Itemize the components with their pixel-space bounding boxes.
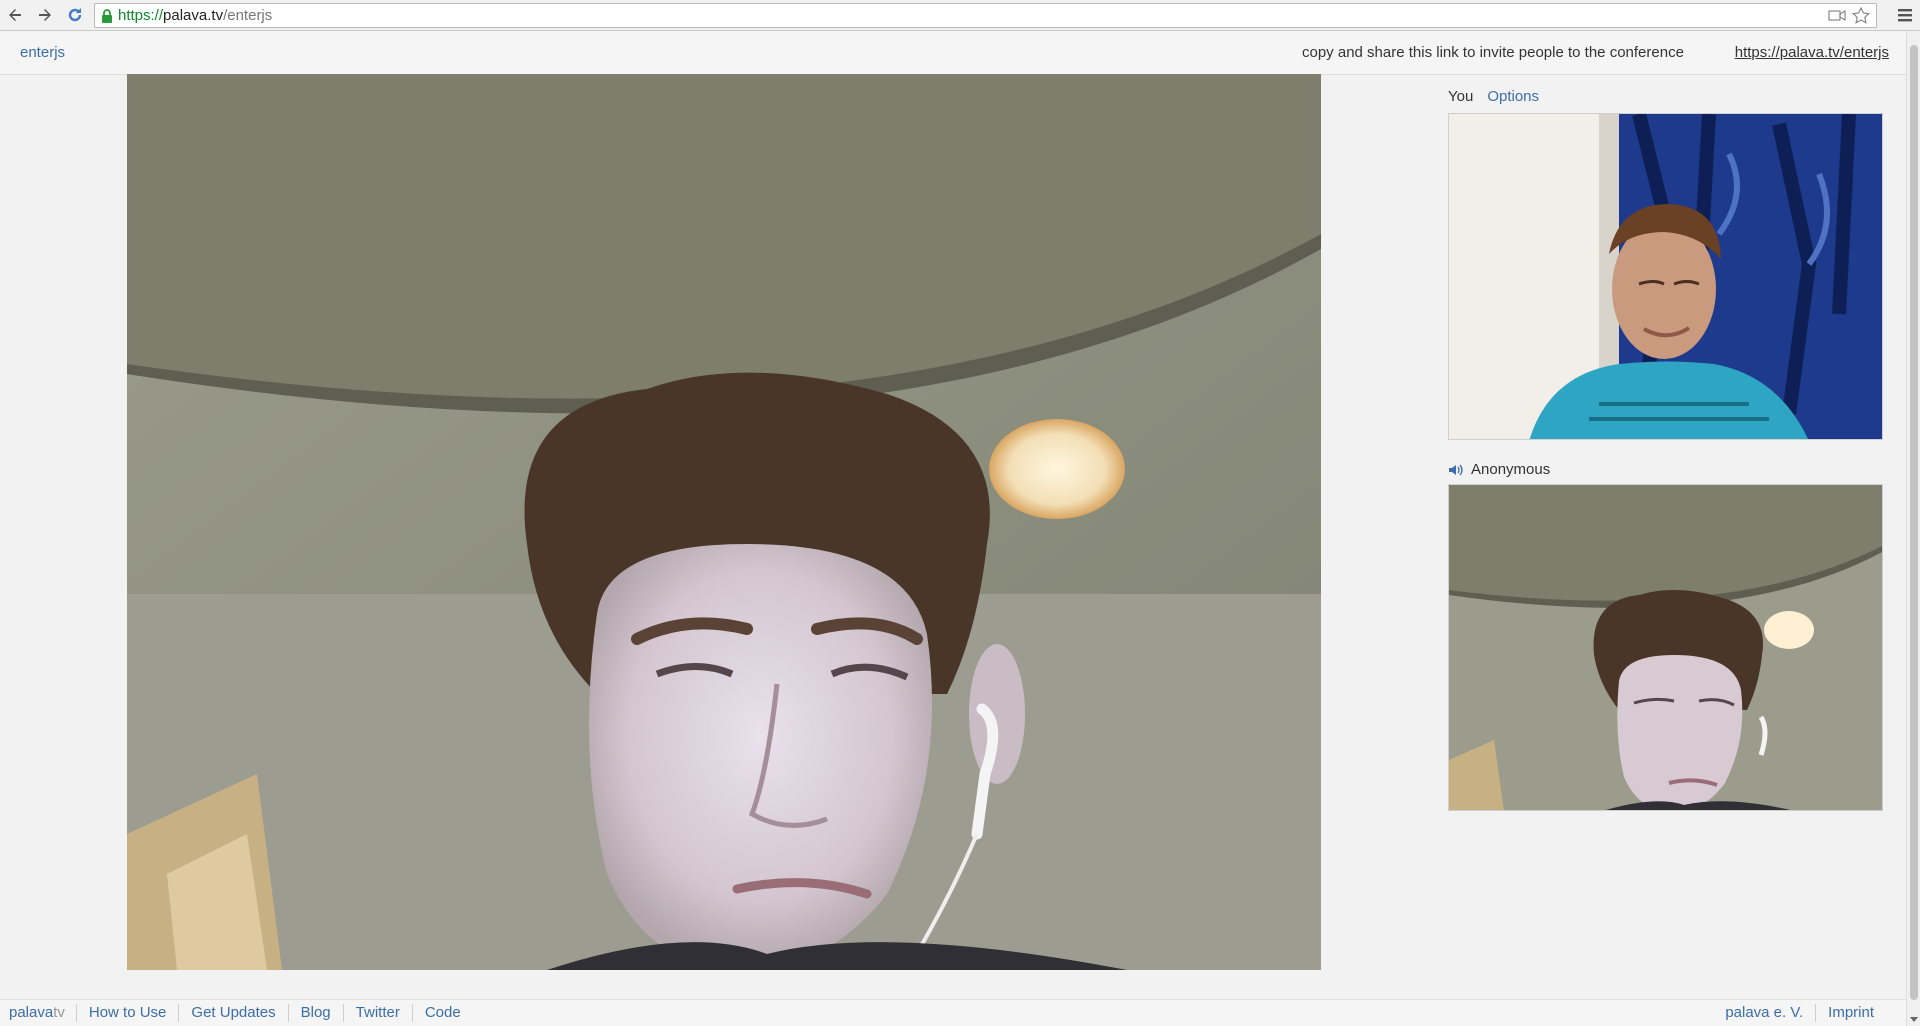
- peer-video-frame: [1449, 485, 1882, 810]
- footer-link-twitter[interactable]: Twitter: [342, 1004, 412, 1022]
- brand-logo[interactable]: palavatv: [9, 1004, 76, 1022]
- footer-link-imprint[interactable]: Imprint: [1815, 1004, 1886, 1022]
- peer-video[interactable]: [1448, 484, 1883, 811]
- scroll-down-arrow-icon[interactable]: [1909, 1014, 1919, 1024]
- footer-nav: palavatv How to Use Get Updates Blog Twi…: [9, 1004, 473, 1022]
- url-path: /enterjs: [223, 7, 273, 24]
- main-video[interactable]: [127, 74, 1321, 970]
- reload-icon: [68, 8, 82, 22]
- brand-name: palava: [9, 1004, 54, 1021]
- url-scheme: https://: [118, 7, 164, 24]
- scrollbar[interactable]: [1906, 31, 1920, 1026]
- browser-toolbar: https://palava.tv/enterjs: [0, 0, 1920, 31]
- lock-icon: [102, 8, 112, 23]
- footer-link-how-to-use[interactable]: How to Use: [75, 1004, 179, 1022]
- brand-suffix: tv: [53, 1004, 65, 1021]
- share-link[interactable]: https://palava.tv/enterjs: [1735, 44, 1889, 61]
- options-link[interactable]: Options: [1487, 88, 1539, 105]
- self-video-header: You Options: [1448, 88, 1539, 105]
- scrollbar-thumb[interactable]: [1910, 45, 1918, 1000]
- peer-video-header: Anonymous: [1448, 461, 1550, 478]
- room-header: enterjs copy and share this link to invi…: [0, 31, 1906, 75]
- footer-link-blog[interactable]: Blog: [287, 1004, 343, 1022]
- url-host: palava.tv: [163, 7, 224, 24]
- address-bar[interactable]: https://palava.tv/enterjs: [94, 3, 1877, 28]
- arrow-right-icon: [39, 9, 51, 21]
- forward-button[interactable]: [33, 3, 57, 27]
- share-hint: copy and share this link to invite peopl…: [1302, 44, 1684, 61]
- self-video-frame: [1449, 114, 1882, 439]
- footer-link-get-updates[interactable]: Get Updates: [178, 1004, 287, 1022]
- footer-link-code[interactable]: Code: [411, 1004, 473, 1022]
- star-icon[interactable]: [1852, 7, 1870, 24]
- peer-name: Anonymous: [1471, 461, 1551, 478]
- menu-icon[interactable]: [1896, 6, 1914, 24]
- reload-button[interactable]: [63, 3, 87, 27]
- footer-link-palava-ev[interactable]: palava e. V.: [1725, 1004, 1815, 1022]
- footer: palavatv How to Use Get Updates Blog Twi…: [0, 999, 1906, 1026]
- arrow-left-icon: [9, 9, 21, 21]
- main-video-frame: [127, 74, 1321, 970]
- speaker-icon[interactable]: [1448, 463, 1463, 477]
- camera-icon[interactable]: [1828, 7, 1846, 24]
- self-video[interactable]: [1448, 113, 1883, 440]
- room-name-link[interactable]: enterjs: [20, 44, 65, 61]
- footer-legal: palava e. V. Imprint: [1725, 1004, 1886, 1022]
- back-button[interactable]: [3, 3, 27, 27]
- page: enterjs copy and share this link to invi…: [0, 31, 1906, 1026]
- self-label: You: [1448, 88, 1474, 105]
